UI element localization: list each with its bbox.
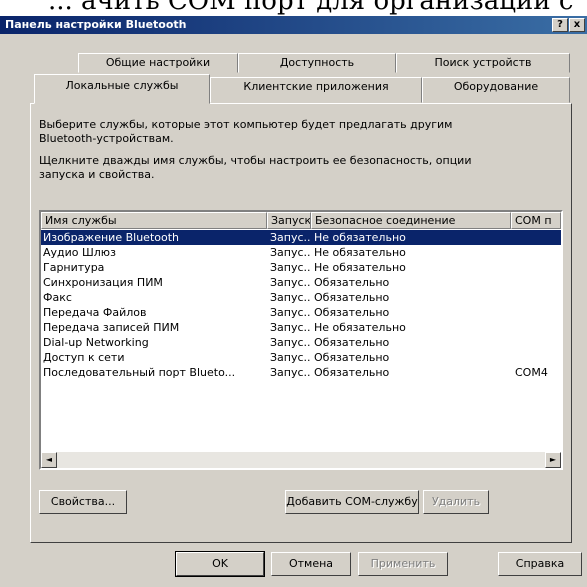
- help-button[interactable]: Справка: [498, 552, 582, 576]
- delete-button[interactable]: Удалить: [423, 490, 489, 514]
- service-start: Запус...: [270, 246, 310, 259]
- page-caption-text: ... ачить COM порт для организации с: [48, 0, 574, 16]
- service-name: Передача записей ПИМ: [43, 321, 180, 334]
- service-secure: Обязательно: [314, 306, 390, 319]
- service-secure: Обязательно: [314, 336, 390, 349]
- table-row[interactable]: Последовательный порт Blueto... Запус... О…: [41, 365, 561, 380]
- table-row[interactable]: Аудио Шлюз Запус... Не обязательно: [41, 245, 561, 260]
- bluetooth-settings-dialog: Панель настройки Bluetooth ? x Общие нас…: [0, 16, 587, 587]
- table-row[interactable]: Передача Файлов Запус... Обязательно: [41, 305, 561, 320]
- description-line-4: запуска и свойства.: [39, 168, 155, 181]
- service-secure: Обязательно: [314, 351, 390, 364]
- cancel-button[interactable]: Отмена: [271, 552, 351, 576]
- service-start: Запус...: [270, 351, 310, 364]
- table-row[interactable]: Dial-up Networking Запус... Обязательно: [41, 335, 561, 350]
- service-secure: Обязательно: [314, 366, 390, 379]
- column-header-start[interactable]: Запуск: [267, 212, 311, 229]
- services-list[interactable]: Имя службы Запуск Безопасное соединение …: [39, 210, 563, 470]
- service-start: Запус...: [270, 261, 310, 274]
- apply-button[interactable]: Применить: [358, 552, 448, 576]
- scroll-left-icon[interactable]: ◄: [41, 452, 57, 468]
- table-row[interactable]: Гарнитура Запус... Не обязательно: [41, 260, 561, 275]
- service-secure: Не обязательно: [314, 261, 406, 274]
- tab-device-search[interactable]: Поиск устройств: [396, 53, 570, 73]
- service-start: Запус...: [270, 336, 310, 349]
- properties-button[interactable]: Свойства...: [39, 490, 127, 514]
- service-name: Передача Файлов: [43, 306, 147, 319]
- close-icon[interactable]: x: [569, 18, 585, 32]
- column-header-com-port[interactable]: COM п: [511, 212, 561, 229]
- service-start: Запус...: [270, 276, 310, 289]
- service-name: Факс: [43, 291, 72, 304]
- description-line-3: Щелкните дважды имя службы, чтобы настро…: [39, 154, 472, 167]
- title-bar: Панель настройки Bluetooth ? x: [0, 16, 587, 34]
- ok-button[interactable]: OK: [175, 551, 265, 577]
- service-name: Последовательный порт Blueto...: [43, 366, 236, 379]
- column-header-service-name[interactable]: Имя службы: [41, 212, 267, 229]
- service-secure: Не обязательно: [314, 246, 406, 259]
- service-secure: Обязательно: [314, 276, 390, 289]
- horizontal-scrollbar[interactable]: ◄ ►: [41, 452, 561, 468]
- service-name: Доступ к сети: [43, 351, 125, 364]
- local-services-panel: Выберите службы, которые этот компьютер …: [30, 103, 572, 543]
- service-start: Запус...: [270, 306, 310, 319]
- description-line-2: Bluetooth-устройствам.: [39, 132, 174, 145]
- page-caption-strip: ... ачить COM порт для организации с: [0, 0, 587, 16]
- table-row[interactable]: Синхронизация ПИМ Запус... Обязательно: [41, 275, 561, 290]
- service-start: Запус...: [270, 366, 310, 379]
- tab-client-applications[interactable]: Клиентские приложения: [210, 77, 422, 103]
- service-start: Запус...: [270, 321, 310, 334]
- service-name: Гарнитура: [43, 261, 105, 274]
- tab-hardware[interactable]: Оборудование: [422, 77, 570, 103]
- table-row[interactable]: Изображение Bluetooth Запус... Не обязател…: [41, 230, 561, 245]
- help-icon[interactable]: ?: [552, 18, 568, 32]
- service-start: Запус...: [270, 291, 310, 304]
- table-row[interactable]: Доступ к сети Запус... Обязательно: [41, 350, 561, 365]
- window-title: Панель настройки Bluetooth: [5, 18, 187, 31]
- column-header-secure-connection[interactable]: Безопасное соединение: [311, 212, 511, 229]
- service-secure: Не обязательно: [314, 231, 406, 244]
- description-line-1: Выберите службы, которые этот компьютер …: [39, 118, 453, 131]
- service-name: Аудио Шлюз: [43, 246, 116, 259]
- scroll-right-icon[interactable]: ►: [545, 452, 561, 468]
- tab-local-services[interactable]: Локальные службы: [34, 74, 210, 104]
- service-name: Синхронизация ПИМ: [43, 276, 163, 289]
- tab-general-settings[interactable]: Общие настройки: [78, 53, 238, 73]
- service-start: Запус...: [270, 231, 310, 244]
- service-secure: Обязательно: [314, 291, 390, 304]
- service-name: Dial-up Networking: [43, 336, 149, 349]
- table-row[interactable]: Передача записей ПИМ Запус... Не обязатель…: [41, 320, 561, 335]
- add-com-service-button[interactable]: Добавить COM-службу: [285, 490, 419, 514]
- table-row[interactable]: Факс Запус... Обязательно: [41, 290, 561, 305]
- tab-accessibility[interactable]: Доступность: [238, 53, 396, 73]
- service-name: Изображение Bluetooth: [43, 231, 179, 244]
- service-secure: Не обязательно: [314, 321, 406, 334]
- service-com: COM4: [515, 366, 548, 379]
